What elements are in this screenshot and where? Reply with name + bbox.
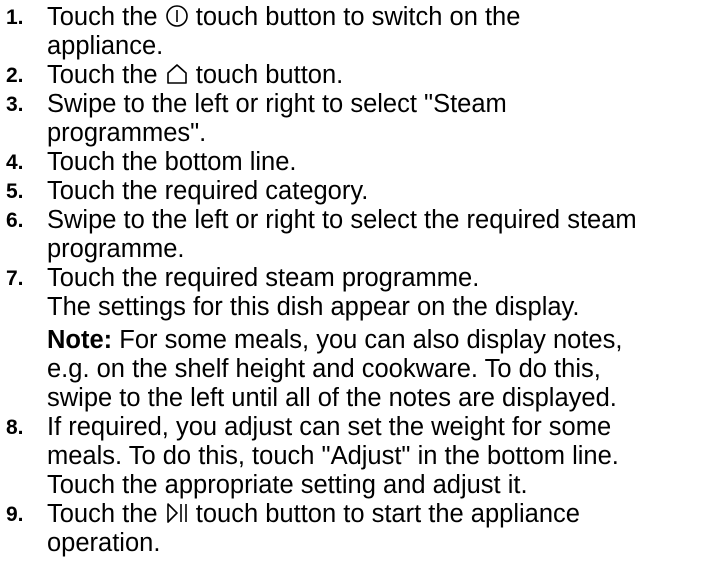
step-line: meals. To do this, touch "Adjust" in the… (47, 442, 619, 470)
steps-list: 1. Touch the touch button to switch on t… (6, 3, 701, 558)
step-1: 1. Touch the touch button to switch on t… (6, 3, 701, 61)
step-line: Touch the touch button to start the appl… (47, 500, 580, 528)
note-line: Note: For some meals, you can also displ… (47, 326, 623, 354)
step-2: 2. Touch the touch button. (6, 61, 701, 90)
step-line: Touch the required category. (47, 177, 369, 205)
step-result: The settings for this dish appear on the… (47, 293, 580, 321)
step-number: 5. (6, 180, 24, 203)
step-number: 6. (6, 209, 24, 232)
step-5: 5. Touch the required category. (6, 177, 701, 206)
step-number: 1. (6, 6, 24, 29)
note-line: swipe to the left until all of the notes… (47, 384, 617, 412)
step-line: programme. (47, 235, 185, 263)
step-line: Swipe to the left or right to select "St… (47, 90, 507, 118)
start-pause-icon (165, 501, 189, 525)
step-3: 3. Swipe to the left or right to select … (6, 90, 701, 148)
step-line: If required, you adjust can set the weig… (47, 413, 612, 441)
step-number: 3. (6, 93, 24, 116)
step-line: operation. (47, 529, 161, 557)
power-icon (165, 4, 189, 28)
step-line: Touch the required steam programme. (47, 264, 480, 292)
step-4: 4. Touch the bottom line. (6, 148, 701, 177)
step-line: programmes". (47, 119, 207, 147)
step-number: 9. (6, 503, 24, 526)
step-line: Touch the touch button to switch on the (47, 3, 521, 31)
step-line: appliance. (47, 32, 164, 60)
step-number: 7. (6, 267, 24, 290)
note-line: e.g. on the shelf height and cookware. T… (47, 355, 601, 383)
step-number: 4. (6, 151, 24, 174)
step-number: 2. (6, 64, 24, 87)
step-note: Note: For some meals, you can also displ… (47, 326, 701, 413)
step-8: 8. If required, you adjust can set the w… (6, 413, 701, 500)
instruction-document: 1. Touch the touch button to switch on t… (0, 0, 704, 566)
step-number: 8. (6, 416, 24, 439)
step-line: Touch the appropriate setting and adjust… (47, 471, 528, 499)
step-line: Swipe to the left or right to select the… (47, 206, 637, 234)
note-label: Note: (47, 326, 113, 354)
step-line: Touch the touch button. (47, 61, 344, 89)
step-6: 6. Swipe to the left or right to select … (6, 206, 701, 264)
step-7: 7. Touch the required steam programme. T… (6, 264, 701, 413)
step-line: Touch the bottom line. (47, 148, 297, 176)
step-9: 9. Touch the touch button to start the a… (6, 500, 701, 558)
home-icon (165, 62, 189, 86)
